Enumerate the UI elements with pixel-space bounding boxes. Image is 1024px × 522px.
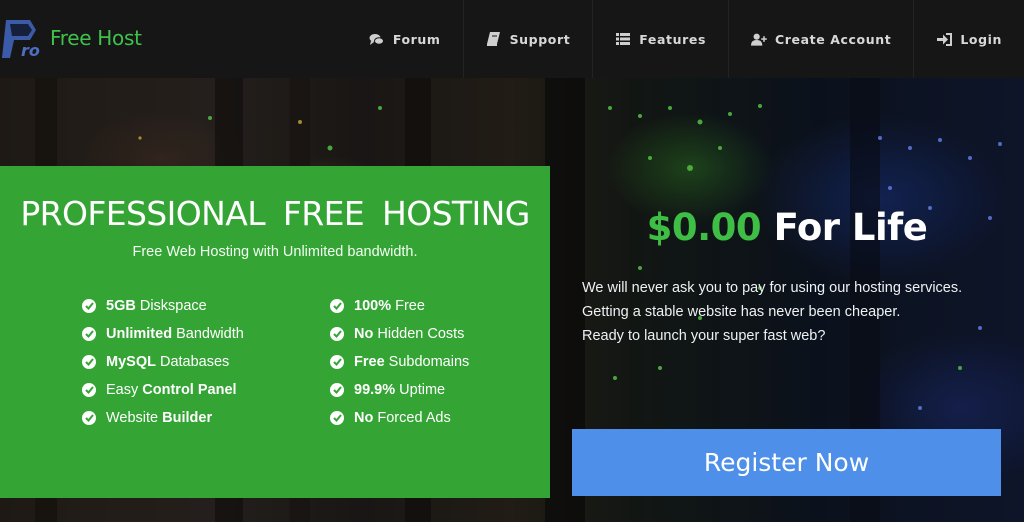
price-heading: $0.00 For Life xyxy=(572,206,1002,249)
register-now-button[interactable]: Register Now xyxy=(572,429,1001,496)
offer-line: Ready to launch your super fast web? xyxy=(582,328,826,344)
nav-forum-label: Forum xyxy=(392,31,441,47)
brand-name: Free Host xyxy=(50,26,142,50)
promo-panel: PROFESSIONAL FREE HOSTING Free Web Hosti… xyxy=(0,166,550,498)
feature-list-left: 5GB Diskspace Unlimited Bandwidth MySQL … xyxy=(82,292,244,432)
feature-item: 100% Free xyxy=(330,292,469,320)
brand-link[interactable]: ro Free Host xyxy=(0,14,142,62)
nav-features-label: Features xyxy=(639,31,706,47)
hero-section: PROFESSIONAL FREE HOSTING Free Web Hosti… xyxy=(0,78,1024,522)
logo-text: ro xyxy=(21,41,40,60)
promo-title: PROFESSIONAL FREE HOSTING xyxy=(20,194,530,233)
nav-login[interactable]: Login xyxy=(913,0,1024,78)
feature-list-right: 100% Free No Hidden Costs Free Subdomain… xyxy=(330,292,469,432)
offer-line: We will never ask you to pay for using o… xyxy=(582,280,963,296)
feature-item: Free Subdomains xyxy=(330,348,469,376)
user-plus-icon xyxy=(751,32,767,46)
check-circle-icon xyxy=(330,411,344,425)
main-nav: Forum Support Features Create Account Lo… xyxy=(347,0,1024,78)
check-circle-icon xyxy=(82,383,96,397)
check-circle-icon xyxy=(330,355,344,369)
top-navbar: ro Free Host Forum Support Features Crea… xyxy=(0,0,1024,78)
nav-forum[interactable]: Forum xyxy=(347,0,463,78)
feature-item: MySQL Databases xyxy=(82,348,244,376)
feature-item: Unlimited Bandwidth xyxy=(82,320,244,348)
pro-logo-icon: ro xyxy=(0,14,48,62)
check-circle-icon xyxy=(82,327,96,341)
nav-login-label: Login xyxy=(960,31,1002,47)
check-circle-icon xyxy=(330,327,344,341)
promo-subtitle: Free Web Hosting with Unlimited bandwidt… xyxy=(132,244,418,260)
offer-line: Getting a stable website has never been … xyxy=(582,304,901,320)
feature-item: 99.9% Uptime xyxy=(330,376,469,404)
feature-item: No Hidden Costs xyxy=(330,320,469,348)
nav-support-label: Support xyxy=(509,31,571,47)
check-circle-icon xyxy=(82,355,96,369)
price-suffix: For Life xyxy=(773,206,928,249)
list-icon xyxy=(615,32,631,46)
offer-description: We will never ask you to pay for using o… xyxy=(582,276,1002,348)
nav-create-account-label: Create Account xyxy=(775,31,892,47)
check-circle-icon xyxy=(330,383,344,397)
nav-support[interactable]: Support xyxy=(462,0,593,78)
comments-icon xyxy=(369,32,385,46)
check-circle-icon xyxy=(82,299,96,313)
feature-item: Website Builder xyxy=(82,404,244,432)
nav-features[interactable]: Features xyxy=(592,0,728,78)
feature-item: Easy Control Panel xyxy=(82,376,244,404)
book-icon xyxy=(486,32,502,46)
sign-in-icon xyxy=(936,32,952,46)
check-circle-icon xyxy=(82,411,96,425)
feature-item: 5GB Diskspace xyxy=(82,292,244,320)
price-amount: $0.00 xyxy=(646,206,762,249)
nav-create-account[interactable]: Create Account xyxy=(728,0,913,78)
check-circle-icon xyxy=(330,299,344,313)
feature-item: No Forced Ads xyxy=(330,404,469,432)
